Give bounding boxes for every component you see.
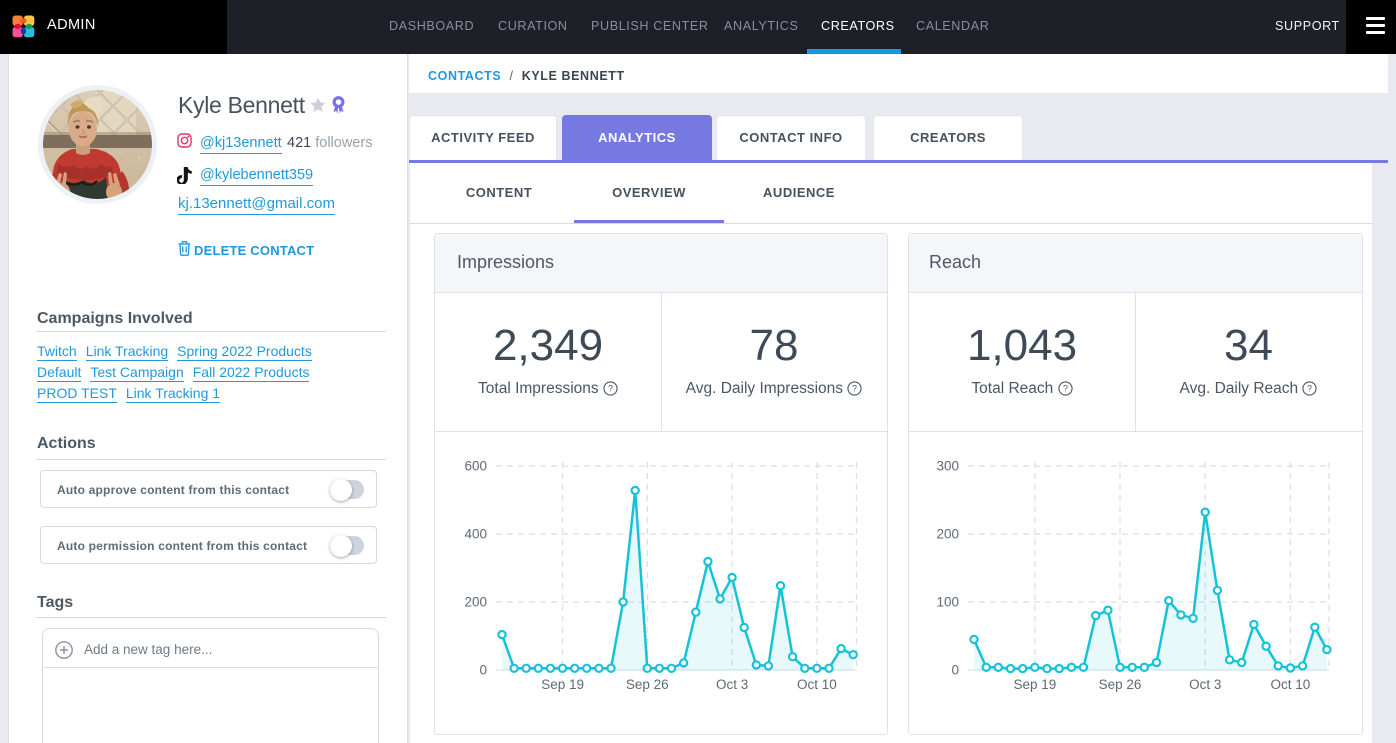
svg-text:Oct 10: Oct 10 [797,677,837,692]
svg-text:Sep 19: Sep 19 [1014,677,1057,692]
svg-text:Sep 26: Sep 26 [1099,677,1142,692]
svg-text:0: 0 [951,663,959,678]
svg-text:0: 0 [479,663,487,678]
svg-text:?: ? [852,384,857,394]
svg-text:400: 400 [464,527,487,542]
svg-text:600: 600 [464,459,487,474]
svg-text:?: ? [1307,384,1312,394]
svg-text:Oct 10: Oct 10 [1271,677,1311,692]
svg-text:?: ? [1063,384,1068,394]
svg-text:100: 100 [936,595,959,610]
svg-text:Sep 19: Sep 19 [541,677,584,692]
svg-text:Oct 3: Oct 3 [1189,677,1221,692]
svg-text:200: 200 [936,527,959,542]
svg-text:300: 300 [936,459,959,474]
svg-text:200: 200 [464,595,487,610]
svg-text:Sep 26: Sep 26 [626,677,669,692]
svg-text:?: ? [608,384,613,394]
svg-text:Oct 3: Oct 3 [716,677,748,692]
